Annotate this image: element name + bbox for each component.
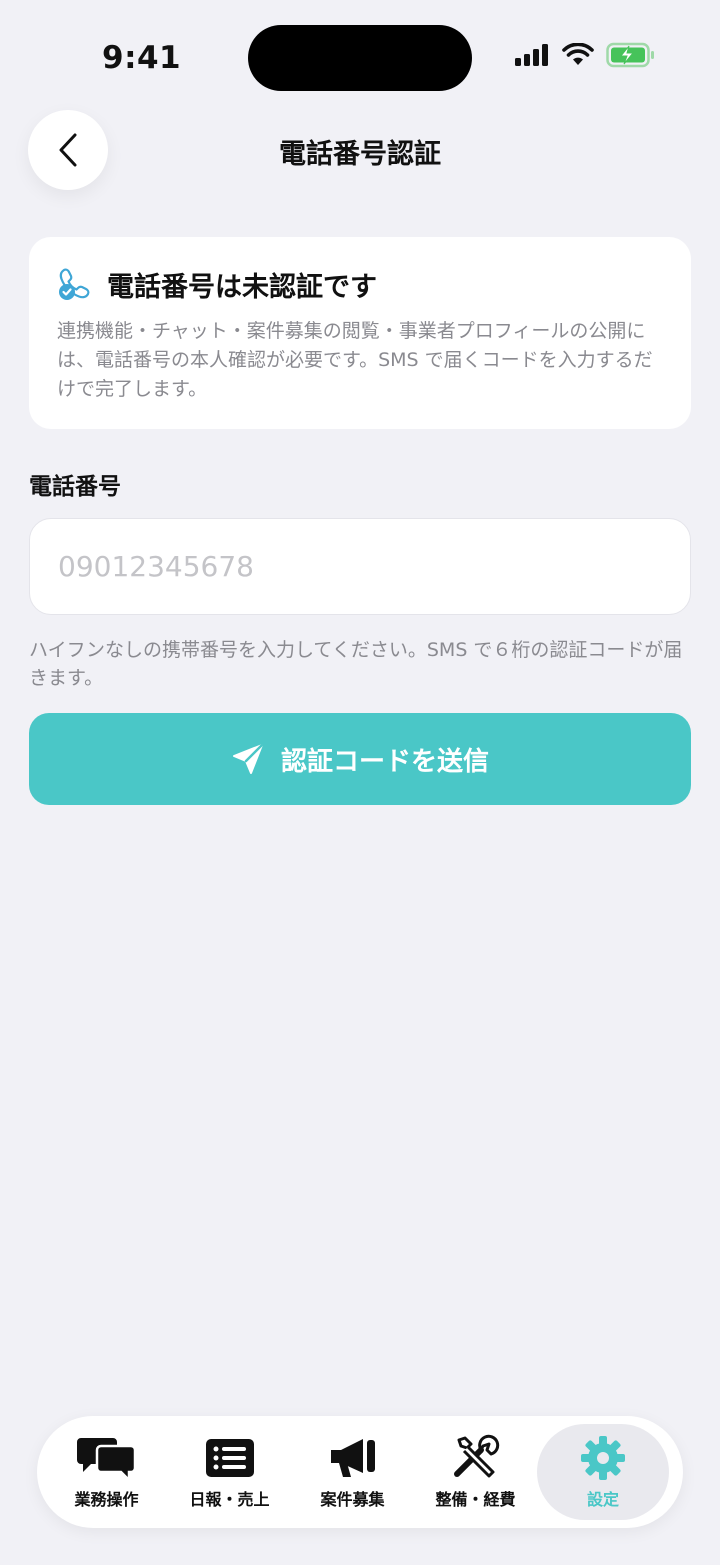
tab-job-recruitment[interactable]: 案件募集 <box>291 1424 414 1520</box>
tab-label: 設定 <box>586 1490 619 1509</box>
status-icons <box>514 42 656 68</box>
chat-bubbles-icon <box>76 1438 136 1482</box>
megaphone-icon <box>330 1439 375 1477</box>
tools-icon <box>453 1434 499 1478</box>
gear-icon <box>581 1436 625 1480</box>
phone-number-input[interactable] <box>29 518 691 615</box>
notice-body: 連携機能・チャット・案件募集の閲覧・事業者プロフィールの公開には、電話番号の本人… <box>57 320 653 400</box>
signal-icon <box>515 44 548 66</box>
bottom-tab-bar: 業務操作 日報・売上 案件募集 整備・経費 設定 <box>37 1416 683 1528</box>
tab-settings[interactable]: 設定 <box>537 1424 669 1520</box>
page-title: 電話番号認証 <box>279 139 441 170</box>
tab-label: 整備・経費 <box>435 1490 516 1509</box>
notice-title: 電話番号は未認証です <box>107 271 377 303</box>
tab-daily-report[interactable]: 日報・売上 <box>168 1424 291 1520</box>
tab-business[interactable]: 業務操作 <box>45 1424 168 1520</box>
tab-label: 日報・売上 <box>189 1490 270 1509</box>
notice-header: 電話番号は未認証です <box>57 263 663 305</box>
phone-hint-text: ハイフンなしの携帯番号を入力してください。SMS で６桁の認証コードが届きます。 <box>29 639 683 689</box>
battery-charging-icon <box>606 42 654 68</box>
tab-label: 業務操作 <box>74 1490 139 1509</box>
phone-check-icon <box>59 268 90 300</box>
send-code-label: 認証コードを送信 <box>280 745 489 776</box>
send-code-button[interactable]: 認証コードを送信 <box>29 713 691 805</box>
wifi-icon <box>562 43 594 65</box>
tab-maintenance-expenses[interactable]: 整備・経費 <box>414 1424 537 1520</box>
paper-plane-icon <box>232 743 264 774</box>
verification-notice-card: 電話番号は未認証です 連携機能・チャット・案件募集の閲覧・事業者プロフィールの公… <box>29 237 691 429</box>
dynamic-island <box>248 25 472 91</box>
tab-label: 案件募集 <box>320 1490 385 1509</box>
phone-verification-screen: 9:41 電話番号認証 電話番号は未認証です 連携機能・チャット・案件募集の閲覧… <box>0 0 720 1565</box>
status-time: 9:41 <box>102 40 182 76</box>
phone-field-label: 電話番号 <box>29 474 121 500</box>
list-icon <box>205 1439 254 1477</box>
